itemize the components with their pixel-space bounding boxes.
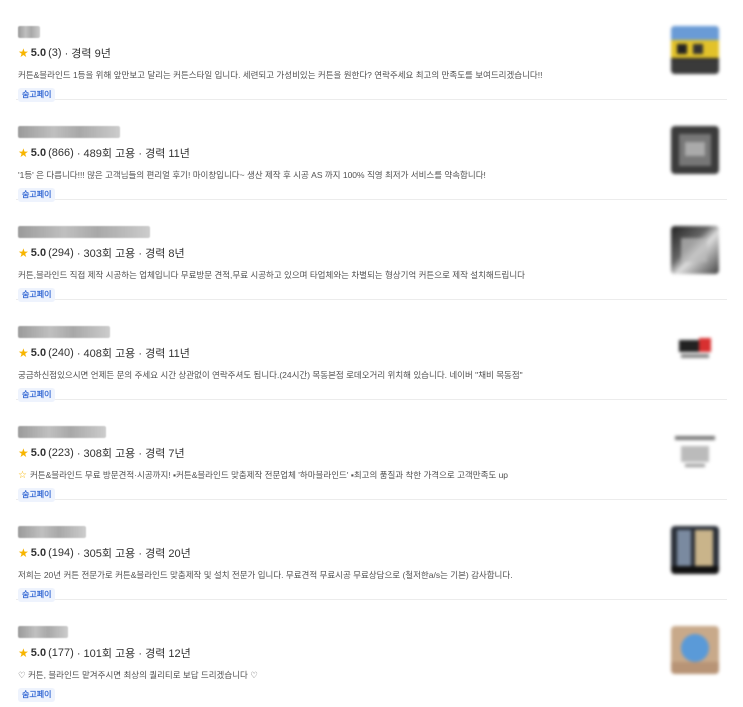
star-icon: ★ [18, 646, 29, 660]
review-count: (3) [48, 47, 62, 59]
hire-stats: · 303회 고용 · 경력 8년 [76, 248, 185, 260]
rating-line: ★ 5.0 (294) · 303회 고용 · 경력 8년 [18, 245, 185, 261]
review-count: (194) [48, 547, 74, 559]
star-outline-icon: ☆ [18, 470, 27, 481]
rating-score: 5.0 [30, 647, 47, 659]
expert-name-blurred[interactable] [18, 26, 40, 38]
expert-card[interactable]: ★ 5.0 (294) · 303회 고용 · 경력 8년 커튼,블라인드 직접… [16, 200, 727, 302]
review-count: (240) [48, 347, 74, 359]
text-logo-icon[interactable] [671, 426, 719, 474]
star-icon: ★ [18, 146, 29, 160]
expert-card[interactable]: ★ 5.0 (177) · 101회 고용 · 경력 12년 ♡ 커튼, 블라인… [16, 600, 727, 702]
hire-stats: · 308회 고용 · 경력 7년 [76, 448, 185, 460]
expert-card[interactable]: ★ 5.0 (240) · 408회 고용 · 경력 11년 궁금하신점있으시면… [16, 300, 727, 402]
star-icon: ★ [18, 46, 29, 60]
review-count: (866) [48, 147, 74, 159]
expert-card[interactable]: ★ 5.0 (866) · 489회 고용 · 경력 11년 '1등' 은 다릅… [16, 100, 727, 202]
expert-description: 커튼&블라인드 1등을 위해 앞만보고 달리는 커튼스타일 입니다. 세련되고 … [18, 70, 543, 80]
star-icon: ★ [18, 346, 29, 360]
review-count: (294) [48, 247, 74, 259]
rating-score: 5.0 [30, 247, 47, 259]
logo-photo-icon[interactable] [671, 126, 719, 174]
expert-card[interactable]: ★ 5.0 (3) · 경력 9년 커튼&블라인드 1등을 위해 앞만보고 달리… [16, 0, 727, 102]
interior-photo-icon[interactable] [671, 226, 719, 274]
rating-line: ★ 5.0 (223) · 308회 고용 · 경력 7년 [18, 445, 185, 461]
rating-score: 5.0 [30, 547, 47, 559]
hire-stats: · 305회 고용 · 경력 20년 [76, 548, 191, 560]
expert-name-blurred[interactable] [18, 426, 106, 438]
expert-description: ☆ 커튼&블라인드 무료 방문견적·시공까지! ▪커튼&블라인드 맞춤제작 전문업… [18, 469, 658, 481]
expert-name-blurred[interactable] [18, 326, 110, 338]
rating-score: 5.0 [30, 47, 47, 59]
star-icon: ★ [18, 246, 29, 260]
rating-line: ★ 5.0 (866) · 489회 고용 · 경력 11년 [18, 145, 190, 161]
rating-score: 5.0 [30, 447, 47, 459]
expert-description: 저희는 20년 커튼 전문가로 커튼&블라인드 맞춤제작 및 설치 전문가 입니… [18, 570, 513, 580]
profile-photo-icon[interactable] [671, 626, 719, 674]
rating-line: ★ 5.0 (3) · 경력 9년 [18, 45, 111, 61]
hire-stats: · 489회 고용 · 경력 11년 [76, 148, 190, 160]
expert-name-blurred[interactable] [18, 526, 86, 538]
expert-card[interactable]: ★ 5.0 (223) · 308회 고용 · 경력 7년 ☆ 커튼&블라인드 무… [16, 400, 727, 502]
star-icon: ★ [18, 546, 29, 560]
hire-stats: · 경력 9년 [64, 48, 111, 60]
curtain-photo-icon[interactable] [671, 26, 719, 74]
expert-description: ♡ 커튼, 블라인드 맡겨주시면 최상의 퀄리티로 보답 드리겠습니다 ♡ [18, 670, 258, 680]
description-text: 커튼&블라인드 무료 방문견적·시공까지! ▪커튼&블라인드 맞춤제작 전문업체… [29, 470, 509, 480]
review-count: (223) [48, 447, 74, 459]
hire-stats: · 408회 고용 · 경력 11년 [76, 348, 190, 360]
review-count: (177) [48, 647, 74, 659]
expert-description: '1등' 은 다릅니다!!! 많은 고객님들의 편리얼 후기! 마이창입니다~ … [18, 170, 486, 180]
expert-list: ★ 5.0 (3) · 경력 9년 커튼&블라인드 1등을 위해 앞만보고 달리… [0, 0, 743, 702]
expert-description: 궁금하신점있으시면 언제든 문의 주세요 시간 상관없이 연락주셔도 됩니다.(… [18, 370, 523, 380]
hire-stats: · 101회 고용 · 경력 12년 [76, 648, 191, 660]
rating-line: ★ 5.0 (177) · 101회 고용 · 경력 12년 [18, 645, 191, 661]
star-icon: ★ [18, 446, 29, 460]
window-photo-icon[interactable] [671, 526, 719, 574]
expert-name-blurred[interactable] [18, 126, 120, 138]
expert-name-blurred[interactable] [18, 226, 150, 238]
rating-score: 5.0 [30, 147, 47, 159]
rating-line: ★ 5.0 (194) · 305회 고용 · 경력 20년 [18, 545, 191, 561]
rating-score: 5.0 [30, 347, 47, 359]
expert-description: 커튼,블라인드 직접 제작 시공하는 업체입니다 무료방문 견적,무료 시공하고… [18, 270, 525, 280]
soomgo-pay-badge: 숨고페이 [18, 688, 56, 702]
rating-line: ★ 5.0 (240) · 408회 고용 · 경력 11년 [18, 345, 190, 361]
brand-logo-icon[interactable] [671, 326, 719, 374]
expert-card[interactable]: ★ 5.0 (194) · 305회 고용 · 경력 20년 저희는 20년 커… [16, 500, 727, 602]
expert-name-blurred[interactable] [18, 626, 68, 638]
